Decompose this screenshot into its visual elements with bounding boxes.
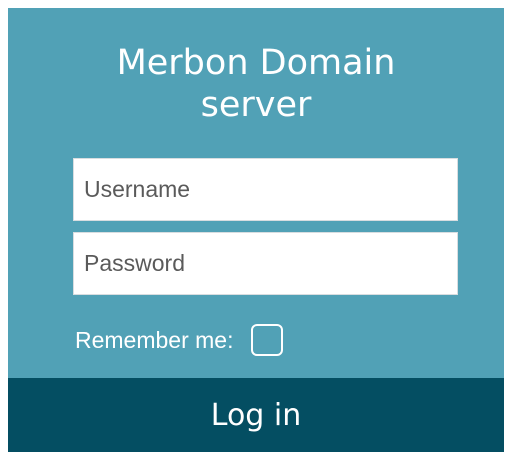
title-line-2: server	[200, 85, 312, 125]
login-title: Merbon Domain server	[8, 42, 504, 126]
title-line-1: Merbon Domain	[116, 43, 396, 83]
password-field-container	[73, 232, 458, 295]
login-panel: Merbon Domain server Remember me: Log in	[8, 8, 504, 452]
username-field-container	[73, 158, 458, 221]
login-button[interactable]: Log in	[8, 378, 504, 452]
remember-me-row: Remember me:	[75, 322, 284, 358]
username-input[interactable]	[74, 159, 457, 220]
login-button-label: Log in	[210, 397, 302, 433]
remember-me-label: Remember me:	[75, 326, 234, 353]
remember-me-checkbox[interactable]	[251, 324, 284, 356]
password-input[interactable]	[74, 233, 457, 294]
